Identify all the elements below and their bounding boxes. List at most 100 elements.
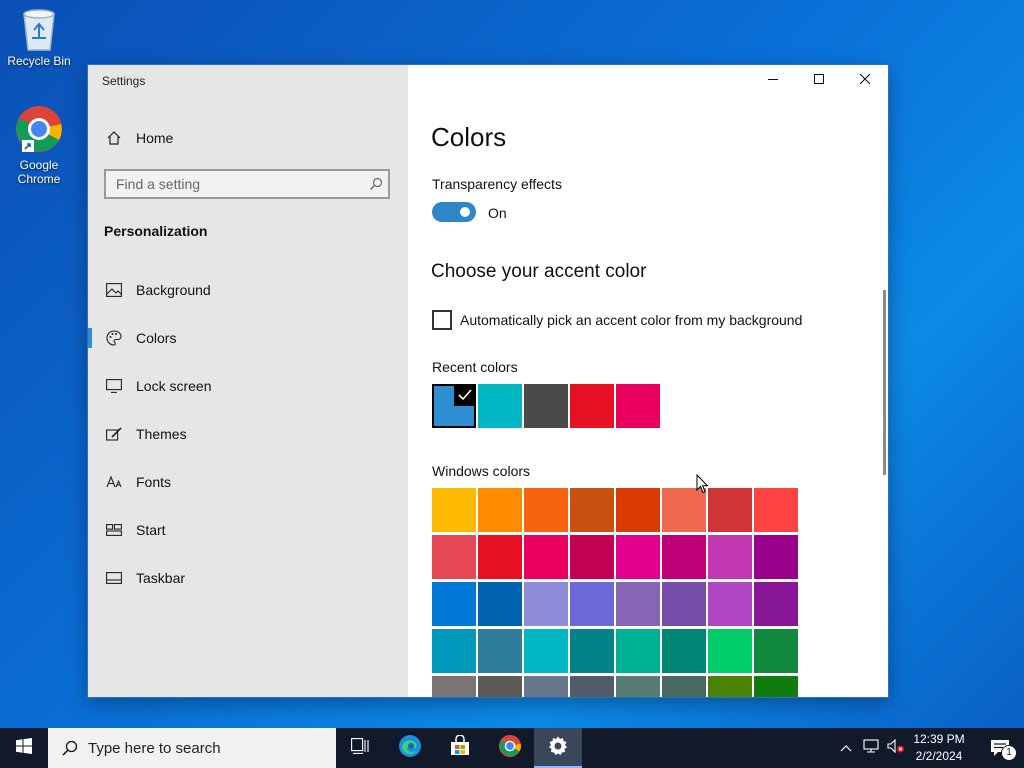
volume-button[interactable]	[884, 728, 908, 768]
windows-color-swatch[interactable]	[478, 582, 522, 626]
sidebar-item-label: Taskbar	[136, 570, 186, 586]
sidebar-item-label: Themes	[136, 426, 187, 442]
windows-color-swatch[interactable]	[662, 582, 706, 626]
windows-color-swatch[interactable]	[708, 676, 752, 697]
windows-color-swatch[interactable]	[432, 629, 476, 673]
taskbar-search-box[interactable]: Type here to search	[48, 728, 336, 768]
windows-color-swatch[interactable]	[570, 676, 614, 697]
edge-taskbar-button[interactable]	[386, 728, 434, 768]
transparency-toggle[interactable]	[432, 202, 476, 222]
windows-color-swatch[interactable]	[754, 488, 798, 532]
windows-color-swatch[interactable]	[524, 676, 568, 697]
recent-color-swatch[interactable]	[524, 384, 568, 428]
windows-color-swatch[interactable]	[432, 488, 476, 532]
sidebar-item-start[interactable]: Start	[88, 510, 408, 550]
sidebar-item-themes[interactable]: Themes	[88, 414, 408, 454]
scrollbar-thumb[interactable]	[883, 290, 886, 475]
recycle-bin-icon	[19, 6, 59, 52]
desktop-icon-google-chrome[interactable]: Google Chrome	[4, 104, 74, 186]
windows-color-swatch[interactable]	[524, 582, 568, 626]
sidebar-item-taskbar[interactable]: Taskbar	[88, 558, 408, 598]
recent-color-swatch[interactable]	[570, 384, 614, 428]
sidebar-item-label: Lock screen	[136, 378, 212, 394]
close-button[interactable]	[842, 65, 888, 97]
windows-color-swatch[interactable]	[432, 535, 476, 579]
desktop-icon-recycle-bin[interactable]: Recycle Bin	[4, 6, 74, 68]
task-view-button[interactable]	[336, 728, 384, 768]
windows-color-swatch[interactable]	[432, 582, 476, 626]
desktop-icon-label: Google Chrome	[17, 158, 61, 186]
transparency-label: Transparency effects	[432, 176, 562, 192]
windows-color-swatch[interactable]	[478, 629, 522, 673]
windows-color-swatch[interactable]	[616, 488, 660, 532]
windows-color-swatch[interactable]	[570, 629, 614, 673]
find-setting-input[interactable]	[106, 175, 364, 193]
windows-color-swatch[interactable]	[570, 488, 614, 532]
sidebar-item-background[interactable]: Background	[88, 270, 408, 310]
checkmark-icon	[454, 384, 476, 406]
close-icon	[859, 72, 871, 90]
windows-color-swatch[interactable]	[708, 582, 752, 626]
sidebar-item-lock-screen[interactable]: Lock screen	[88, 366, 408, 406]
recent-color-swatch[interactable]	[432, 384, 476, 428]
recent-color-swatch[interactable]	[616, 384, 660, 428]
edge-icon	[398, 734, 422, 763]
windows-color-swatch[interactable]	[616, 582, 660, 626]
page-title: Colors	[431, 122, 507, 152]
sidebar-item-colors[interactable]: Colors	[88, 318, 408, 358]
windows-color-swatch[interactable]	[478, 535, 522, 579]
chrome-icon	[14, 104, 64, 156]
taskbar: Type here to search 12:39 PM 2/2/2024 1	[0, 728, 1024, 768]
home-label: Home	[136, 130, 174, 146]
windows-colors-label: Windows colors	[432, 463, 531, 479]
windows-color-swatch[interactable]	[524, 629, 568, 673]
windows-color-swatch[interactable]	[754, 629, 798, 673]
windows-color-swatch[interactable]	[478, 488, 522, 532]
auto-accent-label: Automatically pick an accent color from …	[460, 312, 803, 328]
windows-color-swatch[interactable]	[570, 582, 614, 626]
windows-logo-icon	[16, 737, 32, 759]
windows-color-swatch[interactable]	[662, 535, 706, 579]
home-link[interactable]: Home	[104, 127, 173, 149]
windows-color-swatch[interactable]	[708, 629, 752, 673]
action-center-button[interactable]: 1	[976, 728, 1024, 768]
settings-window: Settings Home Personalization Background	[88, 65, 888, 697]
windows-color-swatch[interactable]	[478, 676, 522, 697]
windows-color-swatch[interactable]	[662, 676, 706, 697]
windows-color-swatch[interactable]	[524, 488, 568, 532]
windows-color-swatch[interactable]	[754, 535, 798, 579]
recent-color-swatch[interactable]	[478, 384, 522, 428]
windows-color-swatch[interactable]	[616, 629, 660, 673]
mouse-cursor-icon	[696, 473, 709, 499]
notification-count-badge: 1	[1001, 745, 1017, 761]
windows-color-swatch[interactable]	[616, 676, 660, 697]
windows-color-swatch[interactable]	[708, 535, 752, 579]
show-hidden-icons-button[interactable]	[834, 728, 858, 768]
start-button[interactable]	[0, 728, 48, 768]
section-heading: Personalization	[104, 223, 208, 239]
clock[interactable]: 12:39 PM 2/2/2024	[906, 731, 972, 765]
task-view-icon	[351, 737, 369, 759]
windows-color-swatch[interactable]	[432, 676, 476, 697]
windows-color-swatch[interactable]	[754, 582, 798, 626]
windows-color-swatch[interactable]	[570, 535, 614, 579]
windows-color-swatch[interactable]	[662, 629, 706, 673]
settings-taskbar-button[interactable]	[534, 728, 582, 768]
maximize-button[interactable]	[796, 65, 842, 97]
sidebar-item-fonts[interactable]: Fonts	[88, 462, 408, 502]
windows-color-swatch[interactable]	[754, 676, 798, 697]
auto-accent-checkbox[interactable]	[432, 310, 452, 330]
store-taskbar-button[interactable]	[436, 728, 484, 768]
search-icon[interactable]	[364, 177, 388, 191]
search-icon	[62, 740, 78, 756]
windows-color-swatch[interactable]	[616, 535, 660, 579]
start-icon	[104, 520, 124, 540]
network-button[interactable]	[858, 728, 884, 768]
chrome-taskbar-button[interactable]	[486, 728, 534, 768]
toggle-knob	[460, 207, 470, 217]
find-setting-search[interactable]	[104, 169, 390, 199]
minimize-button[interactable]	[750, 65, 796, 97]
windows-color-swatch[interactable]	[524, 535, 568, 579]
windows-color-swatch[interactable]	[708, 488, 752, 532]
sidebar-item-label: Colors	[136, 330, 177, 346]
